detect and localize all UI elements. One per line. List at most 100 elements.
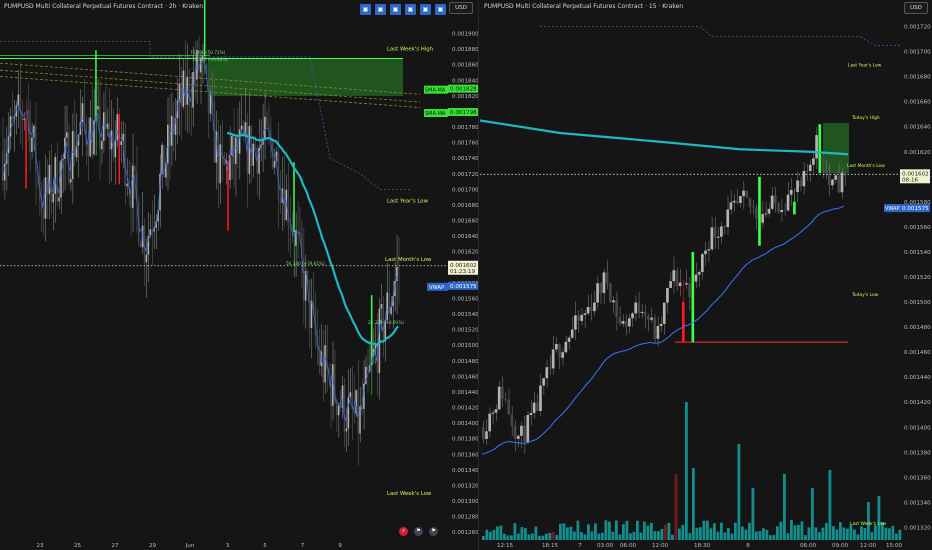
candle xyxy=(697,272,701,275)
volume-bar xyxy=(737,444,741,540)
volume-bar xyxy=(527,534,531,540)
candle xyxy=(482,427,485,439)
volume-bar xyxy=(496,526,499,540)
y-tick-label: 0.001620 xyxy=(452,250,478,256)
candle xyxy=(713,227,717,238)
left-chart-canvas[interactable]: 0.001900 0.001880 0.001860 0.001840 0.001820… xyxy=(0,0,478,550)
candle xyxy=(653,317,657,339)
key-level-label: Last Month's Low xyxy=(847,163,885,169)
volume-bar xyxy=(786,533,790,540)
candle xyxy=(71,130,74,180)
candle xyxy=(252,143,254,166)
candle xyxy=(250,126,253,166)
x-tick-label: 29 xyxy=(149,543,157,549)
volume-bar xyxy=(685,402,688,540)
candle xyxy=(704,250,707,255)
volume-bar xyxy=(636,520,639,540)
y-tick-label: 0.001680 xyxy=(904,75,931,81)
candle xyxy=(118,114,121,185)
volume-bar xyxy=(601,532,604,540)
candle xyxy=(821,155,825,172)
candle xyxy=(678,282,682,287)
currency-button[interactable]: USD xyxy=(904,2,928,14)
volume-bar xyxy=(548,532,552,540)
candle xyxy=(120,141,122,145)
candle xyxy=(188,77,190,106)
volume-bar xyxy=(692,468,695,540)
candle xyxy=(52,193,55,203)
candle xyxy=(240,125,243,130)
candle xyxy=(555,344,558,350)
volume-bar xyxy=(534,526,538,540)
toolbar-button[interactable]: ▣ xyxy=(435,4,446,15)
candle xyxy=(343,385,346,432)
candle xyxy=(494,409,498,413)
volume-bar xyxy=(702,520,706,540)
candle xyxy=(593,302,596,312)
volume-bar xyxy=(580,532,583,540)
key-level-label: Last Week's Low xyxy=(850,521,887,527)
volume-bar xyxy=(895,533,898,540)
volume-bar xyxy=(671,534,674,540)
toolbar-button[interactable]: ▣ xyxy=(390,4,401,15)
candle xyxy=(349,392,352,398)
candle xyxy=(308,280,311,329)
left-chart-title: PUMPUSD Multi Collateral Perpetual Futur… xyxy=(4,3,204,10)
volume-bar xyxy=(660,529,664,540)
candle xyxy=(264,116,266,139)
toolbar-button[interactable]: ▣ xyxy=(420,4,431,15)
today-high-box xyxy=(823,122,849,174)
candle xyxy=(542,378,545,386)
flag-icon[interactable]: ⚑ xyxy=(414,527,423,536)
right-chart-pane[interactable]: 0.001720 0.001700 0.001680 0.001660 0.001640… xyxy=(480,0,932,550)
candle xyxy=(266,116,268,126)
volume-bar xyxy=(639,532,643,540)
candle xyxy=(589,307,593,312)
key-level-label: Last Year's Low xyxy=(387,199,429,205)
volume-bar xyxy=(874,525,877,540)
y-tick-label: 0.001720 xyxy=(452,172,478,178)
candle xyxy=(60,160,62,198)
candle xyxy=(99,106,101,150)
y-tick-label: 0.001540 xyxy=(452,312,478,318)
candle xyxy=(605,272,609,284)
candle xyxy=(322,351,324,383)
volume-bar xyxy=(520,527,524,540)
candle xyxy=(551,349,555,369)
candle xyxy=(685,283,688,285)
candle xyxy=(209,94,212,114)
candle xyxy=(628,318,631,327)
candle xyxy=(602,272,606,293)
candle xyxy=(203,0,206,57)
candle xyxy=(380,304,383,309)
candle xyxy=(631,313,634,319)
volume-bar xyxy=(664,524,667,540)
volume-bar xyxy=(769,535,772,540)
candle xyxy=(25,118,27,189)
candle xyxy=(827,173,831,186)
candle xyxy=(227,160,229,231)
candle xyxy=(558,344,561,358)
volume-bar xyxy=(811,488,814,540)
volume-bar xyxy=(888,528,891,540)
candle xyxy=(786,194,790,211)
last-price-countdown: 08:16 xyxy=(902,177,919,183)
candle xyxy=(672,270,676,282)
vwap-value: 0.001575 xyxy=(450,284,477,290)
sma2-tag-label: SMA-MA xyxy=(425,111,446,117)
x-tick-label: 12:00 xyxy=(860,543,877,549)
volume-bar xyxy=(772,534,776,540)
measure-annotation: 24.329 (+4.91%) xyxy=(368,320,404,325)
toolbar-button[interactable]: ▣ xyxy=(405,4,416,15)
x-tick-label: 06:00 xyxy=(800,543,817,549)
volume-bar xyxy=(793,525,797,540)
candle xyxy=(238,129,241,154)
volume-bar xyxy=(860,526,863,540)
left-chart-pane[interactable]: 0.001900 0.001880 0.001860 0.001840 0.001820… xyxy=(0,0,479,550)
flash-icon[interactable]: ⚡ xyxy=(399,527,408,536)
flag-icon[interactable]: ⚑ xyxy=(429,527,438,536)
toolbar-button[interactable]: ▣ xyxy=(360,4,371,15)
toolbar-button[interactable]: ▣ xyxy=(375,4,386,15)
right-chart-canvas[interactable]: 0.001720 0.001700 0.001680 0.001660 0.001640… xyxy=(480,0,932,550)
currency-button[interactable]: USD xyxy=(449,2,473,14)
